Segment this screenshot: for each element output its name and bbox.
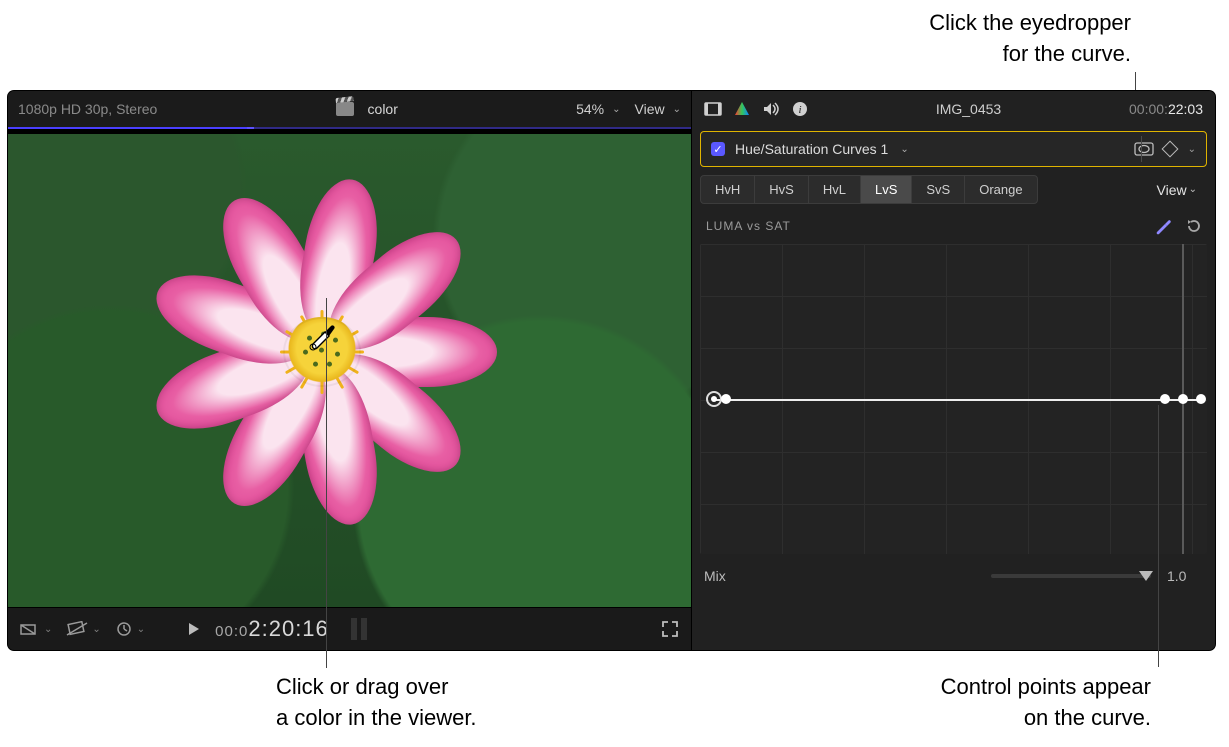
eyedropper-icon[interactable] [1153, 216, 1173, 236]
inspector-clip-name: IMG_0453 [820, 101, 1117, 117]
inspector-pane: i IMG_0453 00:00:22:03 ✓ Hue/Saturation … [692, 91, 1215, 650]
curve-endpoint-left[interactable] [706, 391, 722, 407]
tab-orange[interactable]: Orange [964, 175, 1037, 204]
reset-icon[interactable] [1185, 217, 1203, 235]
zoom-value: 54% [576, 101, 604, 117]
curve-control-point[interactable] [721, 394, 731, 404]
effect-header[interactable]: ✓ Hue/Saturation Curves 1 ⌄ ⌄ [700, 131, 1207, 167]
curve-endpoint-right[interactable] [1196, 394, 1206, 404]
callout-eyedropper: Click the eyedropper for the curve. [929, 8, 1131, 70]
mix-label: Mix [704, 568, 726, 584]
callout-leader [1158, 405, 1159, 667]
curve-control-point[interactable] [1178, 394, 1188, 404]
clip-appearance-menu[interactable]: ⌄ [20, 622, 52, 636]
app-window: 1080p HD 30p, Stereo color 54%⌄ View⌄ [8, 91, 1215, 650]
viewer-top-bar: 1080p HD 30p, Stereo color 54%⌄ View⌄ [8, 91, 691, 127]
effect-enable-checkbox[interactable]: ✓ [711, 142, 725, 156]
viewer-timecode: 00:02:20:16 [215, 616, 329, 642]
callout-viewer-click: Click or drag over a color in the viewer… [276, 672, 477, 734]
mix-value: 1.0 [1167, 568, 1207, 584]
keyframe-menu-icon[interactable]: ⌄ [1188, 144, 1196, 155]
viewer-canvas[interactable]: ⌄ ⌄ ⌄ 00:02:20:16 [8, 129, 691, 650]
audio-inspector-icon[interactable] [762, 101, 780, 117]
tab-lvs[interactable]: LvS [860, 175, 912, 204]
color-inspector-icon[interactable] [734, 101, 750, 117]
viewer-view-menu[interactable]: View⌄ [635, 101, 681, 117]
play-button[interactable] [187, 621, 201, 637]
viewer-transport-bar: ⌄ ⌄ ⌄ 00:02:20:16 [8, 608, 691, 650]
callout-control-points: Control points appear on the curve. [941, 672, 1151, 734]
tab-svs[interactable]: SvS [911, 175, 965, 204]
curve-section: LUMA vs SAT [700, 214, 1207, 554]
curve-title: LUMA vs SAT [706, 219, 791, 233]
mix-slider[interactable] [991, 574, 1151, 578]
keyframe-icon[interactable] [1161, 141, 1178, 158]
curve-control-point[interactable] [1160, 394, 1170, 404]
viewer-image [8, 134, 691, 607]
viewer-view-label: View [635, 101, 665, 117]
tab-hvs[interactable]: HvS [754, 175, 809, 204]
retime-menu[interactable]: ⌄ [115, 621, 145, 637]
fullscreen-button[interactable] [661, 620, 679, 638]
inspector-top-bar: i IMG_0453 00:00:22:03 [692, 91, 1215, 127]
curve-line[interactable] [714, 399, 1201, 401]
format-info: 1080p HD 30p, Stereo [18, 101, 157, 117]
mix-slider-knob[interactable] [1139, 571, 1153, 581]
curve-grid[interactable] [700, 244, 1207, 554]
tab-hvl[interactable]: HvL [808, 175, 861, 204]
mask-icon[interactable] [1134, 142, 1154, 156]
eyedropper-cursor-icon [305, 314, 339, 352]
svg-text:i: i [798, 104, 801, 116]
inspector-duration: 00:00:22:03 [1129, 101, 1203, 117]
info-inspector-icon[interactable]: i [792, 101, 808, 117]
transform-menu[interactable]: ⌄ [66, 621, 100, 637]
effect-name: Hue/Saturation Curves 1 [735, 141, 888, 157]
audio-meter [351, 618, 367, 640]
inspector-view-menu[interactable]: View⌄ [1147, 175, 1207, 204]
zoom-menu[interactable]: 54%⌄ [576, 101, 620, 117]
tab-hvh[interactable]: HvH [700, 175, 755, 204]
curve-tabs: HvH HvS HvL LvS SvS Orange View⌄ [700, 175, 1207, 204]
mix-row: Mix 1.0 [704, 568, 1207, 584]
clip-label: color [368, 101, 398, 117]
viewer-pane: 1080p HD 30p, Stereo color 54%⌄ View⌄ [8, 91, 691, 650]
effect-preset-menu-icon[interactable]: ⌄ [900, 144, 908, 155]
clapperboard-icon [336, 102, 354, 116]
video-inspector-icon[interactable] [704, 101, 722, 117]
callout-leader [326, 298, 327, 668]
